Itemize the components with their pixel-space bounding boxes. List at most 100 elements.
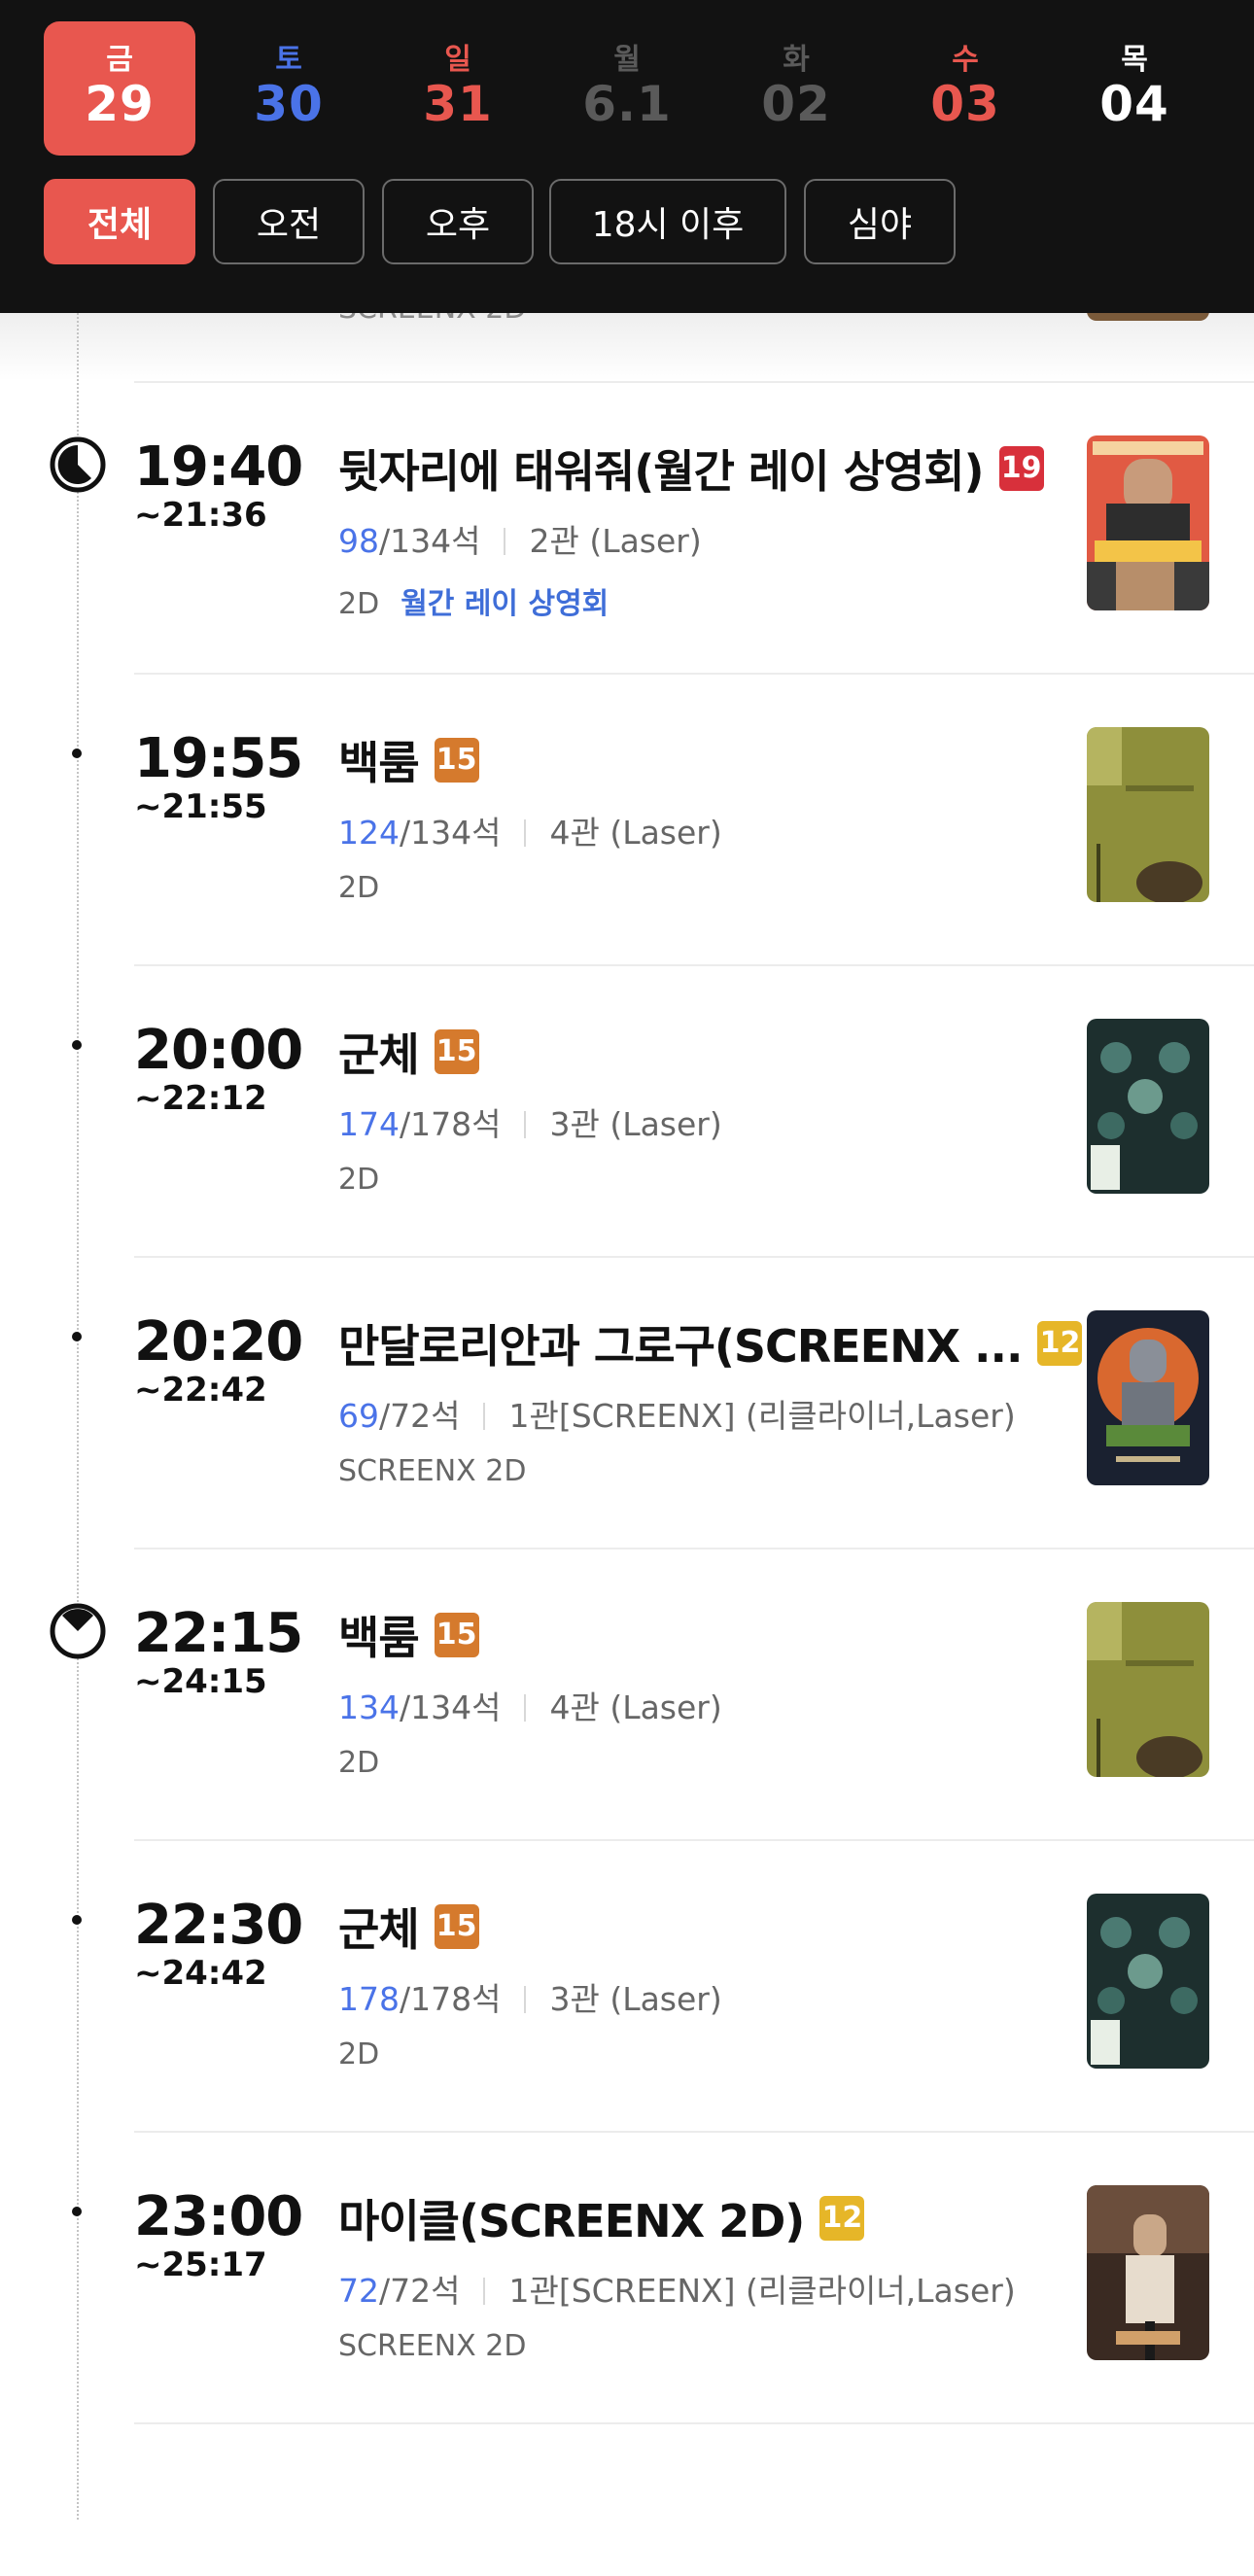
movie-poster[interactable]	[1087, 1602, 1209, 1777]
format-info: SCREENX 2D	[338, 1454, 526, 1488]
title-line: 군체 15	[338, 1021, 479, 1083]
timeline-dot	[72, 1040, 82, 1050]
total-seats: /134석	[400, 1688, 502, 1726]
event-tag: 월간 레이 상영회	[401, 587, 610, 621]
title-line: 백룸 15	[338, 1604, 479, 1666]
movie-poster[interactable]	[1087, 435, 1209, 610]
day-of-week: 화	[783, 43, 810, 77]
day-of-week: 목	[1121, 43, 1148, 77]
hall-name: 4관 (Laser)	[549, 1688, 722, 1726]
end-time: ~22:12	[134, 1079, 267, 1118]
end-time: ~24:15	[134, 1662, 267, 1701]
separator	[483, 2278, 486, 2305]
day-of-week: 월	[613, 43, 641, 77]
seat-info: 174/178석 3관 (Laser)	[338, 1098, 722, 1145]
age-rating-badge: 12	[1037, 1321, 1083, 1366]
filter-afternoon-button[interactable]: 오후	[382, 179, 534, 264]
timeline-dot	[72, 1332, 82, 1341]
total-seats: /178석	[400, 1980, 502, 2018]
end-time: ~21:36	[134, 496, 267, 535]
showtime-row[interactable]: 19:40 ~21:36 뒷자리에 태워줘(월간 레이 상영회) 19 98/1…	[0, 435, 1254, 727]
day-of-week: 일	[444, 43, 471, 77]
total-seats: /72석	[379, 1397, 461, 1435]
seat-info: 72/72석 1관[SCREENX] (리클라이너,Laser)	[338, 2265, 1016, 2312]
available-seats: 178	[338, 1980, 400, 2018]
start-time: 20:20	[134, 1310, 303, 1374]
movie-title: 군체	[338, 1028, 420, 1081]
date-tab-30[interactable]: 토 30	[213, 21, 365, 156]
showtime-row[interactable]: 23:00 ~25:17 마이클(SCREENX 2D) 12 72/72석 1관…	[0, 2185, 1254, 2477]
movie-poster[interactable]	[1087, 2185, 1209, 2360]
total-seats: /178석	[400, 1105, 502, 1143]
date-tab-6-1[interactable]: 월 6.1	[551, 21, 703, 156]
showtime-row[interactable]: 20:00 ~22:12 군체 15 174/178석 3관 (Laser) 2D	[0, 1019, 1254, 1310]
total-seats: /134석	[379, 522, 481, 560]
seat-info: 178/178석 3관 (Laser)	[338, 1973, 722, 2020]
divider	[134, 673, 1254, 675]
start-time: 23:00	[134, 2185, 303, 2248]
format-info: 2D	[338, 1163, 379, 1197]
scroll-shadow	[0, 313, 1254, 381]
movie-title: 백룸	[338, 1612, 420, 1664]
showtime-row[interactable]: 20:20 ~22:42 만달로리안과 그로구(SCREENX ... 12 6…	[0, 1310, 1254, 1602]
movie-title: 백룸	[338, 737, 420, 789]
movie-poster[interactable]	[1087, 1310, 1209, 1485]
separator	[524, 1111, 527, 1138]
screen-format: 2D	[338, 1163, 380, 1197]
night-clock-icon	[50, 1603, 106, 1659]
divider	[134, 1548, 1254, 1549]
title-line: 만달로리안과 그로구(SCREENX ... 12	[338, 1312, 1083, 1375]
date-number: 03	[930, 76, 1000, 132]
filter-all-button[interactable]: 전체	[44, 179, 195, 264]
age-rating-badge: 19	[998, 446, 1044, 491]
seat-info: 98/134석 2관 (Laser)	[338, 515, 702, 562]
title-line: 마이클(SCREENX 2D) 12	[338, 2187, 865, 2249]
divider	[134, 2131, 1254, 2133]
screen-format: 2D	[338, 871, 380, 905]
filter-after-18-button[interactable]: 18시 이후	[549, 179, 786, 264]
day-of-week: 수	[952, 43, 979, 77]
day-of-week: 금	[106, 43, 133, 77]
available-seats: 98	[338, 522, 379, 560]
seat-info: 124/134석 4관 (Laser)	[338, 807, 722, 853]
filter-morning-button[interactable]: 오전	[213, 179, 365, 264]
hall-name: 1관[SCREENX] (리클라이너,Laser)	[508, 2272, 1016, 2310]
divider	[134, 2422, 1254, 2424]
movie-title: 만달로리안과 그로구(SCREENX ...	[338, 1320, 1023, 1373]
hall-name: 4관 (Laser)	[549, 814, 722, 852]
age-rating-badge: 15	[434, 738, 479, 783]
format-info: 2D	[338, 1746, 379, 1780]
time-filter-bar: 전체 오전 오후 18시 이후 심야	[44, 179, 1210, 266]
showtime-row[interactable]: 22:15 ~24:15 백룸 15 134/134석 4관 (Laser) 2D	[0, 1602, 1254, 1894]
date-selector: 금 29 토 30 일 31 월 6.1 화 02 수 03 목 04	[44, 21, 1210, 157]
movie-poster[interactable]	[1087, 1894, 1209, 2069]
format-info: 2D	[338, 871, 379, 905]
start-time: 22:15	[134, 1602, 303, 1665]
filter-late-night-button[interactable]: 심야	[804, 179, 956, 264]
title-line: 뒷자리에 태워줘(월간 레이 상영회) 19	[338, 437, 1044, 500]
total-seats: /134석	[400, 814, 502, 852]
movie-poster[interactable]	[1087, 1019, 1209, 1194]
start-time: 22:30	[134, 1894, 303, 1957]
end-time: ~21:55	[134, 787, 267, 826]
title-line: 군체 15	[338, 1896, 479, 1958]
screen-format: 2D	[338, 1746, 380, 1780]
showtime-row[interactable]: 22:30 ~24:42 군체 15 178/178석 3관 (Laser) 2D	[0, 1894, 1254, 2185]
date-tab-02[interactable]: 화 02	[720, 21, 872, 156]
date-tab-31[interactable]: 일 31	[382, 21, 534, 156]
date-number: 04	[1099, 76, 1169, 132]
movie-title: 군체	[338, 1903, 420, 1956]
date-tab-04[interactable]: 목 04	[1059, 21, 1210, 156]
end-time: ~24:42	[134, 1954, 267, 1993]
hall-name: 1관[SCREENX] (리클라이너,Laser)	[508, 1397, 1016, 1435]
screen-format: SCREENX 2D	[338, 2329, 527, 2363]
movie-poster[interactable]	[1087, 727, 1209, 902]
separator	[524, 1694, 527, 1722]
timeline-dot	[72, 2207, 82, 2216]
date-tab-03[interactable]: 수 03	[889, 21, 1041, 156]
showtime-row[interactable]: 19:55 ~21:55 백룸 15 124/134석 4관 (Laser) 2D	[0, 727, 1254, 1019]
available-seats: 124	[338, 814, 400, 852]
date-tab-29[interactable]: 금 29	[44, 21, 195, 156]
movie-title: 뒷자리에 태워줘(월간 레이 상영회)	[338, 445, 985, 498]
screen-format: 2D	[338, 2037, 380, 2071]
